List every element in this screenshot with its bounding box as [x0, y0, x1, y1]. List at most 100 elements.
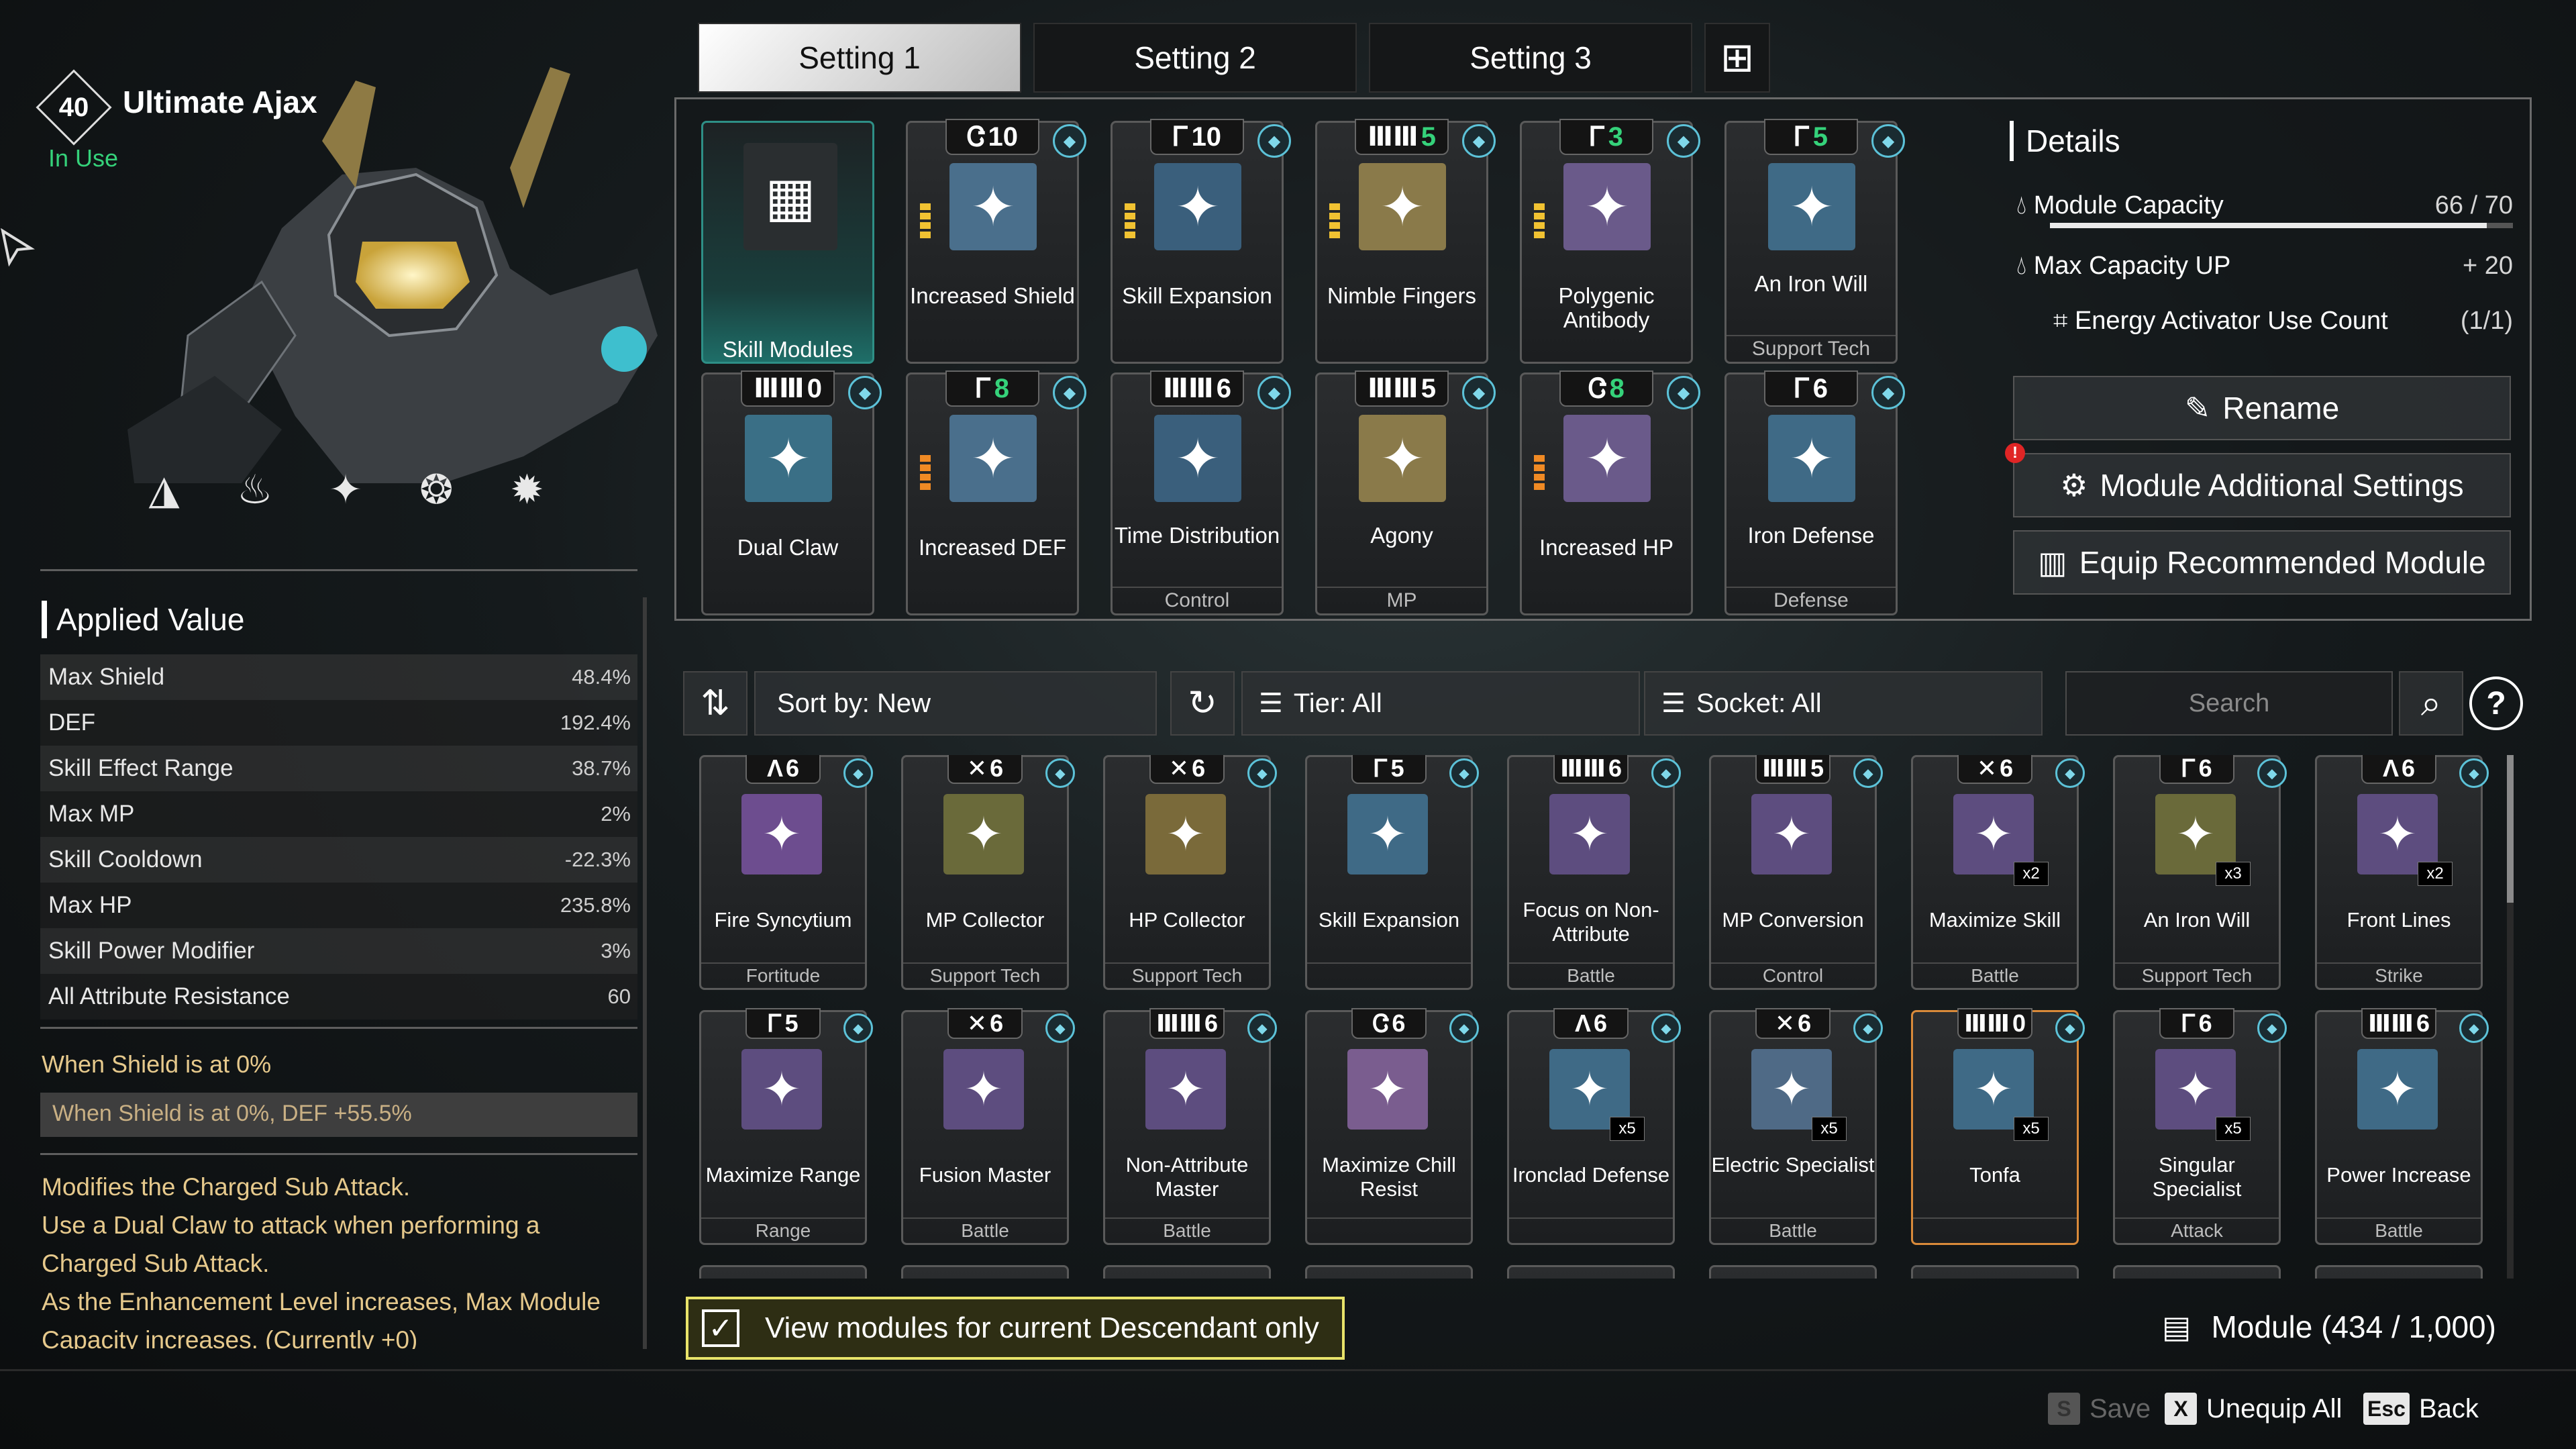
view-toggle-label: View modules for current Descendant only: [765, 1311, 1319, 1344]
equipped-module-slot[interactable]: Ꮳ 10 ◆ ✦ Increased Shield: [906, 119, 1086, 364]
socket-icon: ✕: [966, 755, 988, 782]
inventory-module-card[interactable]: [1103, 1265, 1271, 1279]
stat-value: 192.4%: [560, 711, 631, 734]
inventory-module-card[interactable]: [1305, 1265, 1473, 1279]
socket-cost-tag: Ꮳ6: [1351, 1008, 1427, 1039]
equipped-module-slot[interactable]: Ꮁ 3 ◆ ✦ Polygenic Antibody: [1520, 119, 1700, 364]
applied-value-title: Applied Value: [42, 601, 244, 638]
inventory-module-card[interactable]: Λ 6 ◆ ✦ x2 Front Lines Strike: [2315, 755, 2489, 990]
left-scrollbar[interactable]: [643, 597, 647, 1349]
socket-icon: Λ: [2382, 755, 2399, 782]
skill-2-icon[interactable]: ♨: [218, 456, 291, 523]
inventory-module-card[interactable]: [2315, 1265, 2483, 1279]
equipped-module-slot[interactable]: ⅢⅢ 5 ◆ ✦ Nimble Fingers: [1315, 119, 1496, 364]
skill-1-icon[interactable]: ◮: [127, 456, 201, 523]
socket-icon: Ꮳ: [966, 121, 986, 152]
skill-4-icon[interactable]: ❂: [400, 456, 473, 523]
module-icon: ✦: [943, 794, 1024, 875]
capacity-cost: 5: [1421, 121, 1436, 152]
tier-filter[interactable]: ☰ Tier: All: [1241, 671, 1640, 736]
inventory-module-card[interactable]: [1709, 1265, 1877, 1279]
capacity-cost: 6: [1608, 755, 1622, 782]
rename-button[interactable]: ✎ Rename: [2013, 376, 2511, 440]
diamond-badge-icon: ◆: [1667, 376, 1700, 409]
descendant-skills: ◮ ♨ ✦ ❂ ✹: [127, 456, 564, 523]
skill-module-slot[interactable]: ▦ Skill Modules: [701, 121, 874, 364]
module-category: Battle: [1711, 1217, 1875, 1243]
inventory-module-card[interactable]: ✕ 6 ◆ ✦ x2 Maximize Skill Battle: [1911, 755, 2085, 990]
capacity-cost: 6: [1392, 1009, 1406, 1037]
help-icon[interactable]: ?: [2469, 677, 2523, 730]
inventory-module-card[interactable]: ⅢⅢ 6 ◆ ✦ Non-Attribute Master Battle: [1103, 1008, 1277, 1245]
equipped-module-slot[interactable]: Ꮁ 8 ◆ ✦ Increased DEF: [906, 370, 1086, 615]
socket-cost-tag: ⅢⅢ 0: [1957, 1008, 2032, 1039]
inventory-module-card[interactable]: ✕ 6 ◆ ✦ MP Collector Support Tech: [901, 755, 1075, 990]
module-name: Tonfa: [1969, 1163, 2020, 1187]
equipped-module-slot[interactable]: ⅢⅢ 6 ◆ ✦ Time Distribution Control: [1111, 370, 1291, 615]
skill-3-icon[interactable]: ✦: [309, 456, 382, 523]
inventory-module-card[interactable]: Λ 6 ◆ ✦ Fire Syncytium Fortitude: [699, 755, 873, 990]
inventory-module-card[interactable]: ✕ 6 ◆ ✦ x5 Electric Specialist Battle: [1709, 1008, 1883, 1245]
tab-setting-3[interactable]: Setting 3: [1369, 23, 1692, 93]
socket-cost-tag: ⅢⅢ 5: [1355, 370, 1449, 407]
inventory-module-card[interactable]: Ꮁ 5 ◆ ✦ Maximize Range Range: [699, 1008, 873, 1245]
sort-dropdown[interactable]: Sort by: New: [754, 671, 1157, 736]
equipped-module-slot[interactable]: ⅢⅢ 0 ◆ ✦ Dual Claw: [701, 370, 882, 615]
inventory-scroll-thumb[interactable]: [2507, 755, 2514, 903]
inventory-module-card[interactable]: Ꮁ 6 ◆ ✦ x3 An Iron Will Support Tech: [2113, 755, 2287, 990]
inventory-module-card[interactable]: [901, 1265, 1069, 1279]
capacity-cost: 6: [785, 755, 800, 782]
stat-label: Max HP: [48, 892, 132, 918]
socket-icon: Ꮳ: [1372, 1009, 1390, 1037]
inventory-module-card[interactable]: [2113, 1265, 2281, 1279]
inventory-module-card[interactable]: Ꮁ 6 ◆ ✦ x5 Singular Specialist Attack: [2113, 1008, 2287, 1245]
inventory-scrollbar[interactable]: [2507, 755, 2514, 1279]
inventory-module-card[interactable]: ✕ 6 ◆ ✦ Fusion Master Battle: [901, 1008, 1075, 1245]
inventory-module-card[interactable]: [1507, 1265, 1675, 1279]
save-button[interactable]: S Save: [2048, 1393, 2151, 1425]
skill-5-icon[interactable]: ✹: [491, 456, 564, 523]
refresh-button[interactable]: ↻: [1170, 671, 1235, 736]
view-current-descendant-toggle[interactable]: ✓ View modules for current Descendant on…: [686, 1297, 1345, 1360]
equipped-module-slot[interactable]: ⅢⅢ 5 ◆ ✦ Agony MP: [1315, 370, 1496, 615]
inventory-module-card[interactable]: Ꮳ 6 ◆ ✦ Maximize Chill Resist: [1305, 1008, 1479, 1245]
stat-row: Max MP 2%: [40, 791, 637, 837]
inventory-module-card[interactable]: Λ 6 ◆ ✦ x5 Ironclad Defense: [1507, 1008, 1681, 1245]
search-button[interactable]: ⌕: [2399, 671, 2463, 736]
recommend-label: Equip Recommended Module: [2079, 545, 2486, 580]
module-category: Attack: [2115, 1217, 2279, 1243]
diamond-badge-icon: ◆: [1045, 1013, 1075, 1043]
inventory-module-card[interactable]: ⅢⅢ 6 ◆ ✦ Power Increase Battle: [2315, 1008, 2489, 1245]
module-category: Support Tech: [1105, 962, 1269, 988]
socket-filter[interactable]: ☰ Socket: All: [1644, 671, 2043, 736]
equip-recommended-module-button[interactable]: ▥ Equip Recommended Module: [2013, 530, 2511, 595]
socket-icon: ⅢⅢ: [1761, 755, 1808, 782]
inventory-module-card[interactable]: ✕ 6 ◆ ✦ HP Collector Support Tech: [1103, 755, 1277, 990]
tab-setting-2[interactable]: Setting 2: [1033, 23, 1357, 93]
checkbox-checked-icon[interactable]: ✓: [702, 1309, 739, 1347]
diamond-badge-icon: ◆: [848, 376, 882, 409]
inventory-module-card[interactable]: [699, 1265, 867, 1279]
inventory-module-card[interactable]: Ꮁ 5 ◆ ✦ Skill Expansion: [1305, 755, 1479, 990]
stat-row: Skill Cooldown -22.3%: [40, 837, 637, 883]
unequip-all-button[interactable]: X Unequip All: [2165, 1393, 2342, 1425]
equipped-module-slot[interactable]: Ꮁ 5 ◆ ✦ An Iron Will Support Tech: [1724, 119, 1905, 364]
edit-icon: ✎: [2184, 391, 2211, 426]
tab-setting-1[interactable]: Setting 1: [698, 23, 1021, 93]
back-button[interactable]: Esc Back: [2363, 1393, 2479, 1425]
inventory-module-card[interactable]: [1911, 1265, 2079, 1279]
inventory-module-card[interactable]: ⅢⅢ 6 ◆ ✦ Focus on Non-Attribute Battle: [1507, 755, 1681, 990]
equipped-module-slot[interactable]: Ꮳ 8 ◆ ✦ Increased HP: [1520, 370, 1700, 615]
inventory-module-card[interactable]: ⅢⅢ 5 ◆ ✦ MP Conversion Control: [1709, 755, 1883, 990]
sort-order-button[interactable]: ⇅: [683, 671, 748, 736]
module-name: Singular Specialist: [2152, 1153, 2242, 1201]
module-additional-settings-button[interactable]: ⚙ Module Additional Settings: [2013, 453, 2511, 517]
equipped-module-slot[interactable]: Ꮁ 10 ◆ ✦ Skill Expansion: [1111, 119, 1291, 364]
preset-grid-button[interactable]: ⊞: [1704, 23, 1770, 93]
socket-cost-tag: ✕ 6: [947, 1008, 1023, 1039]
diamond-badge-icon: ◆: [1667, 124, 1700, 158]
inventory-module-card[interactable]: ⅢⅢ 0 ◆ ✦ x5 Tonfa: [1911, 1008, 2085, 1245]
diamond-badge-icon: ◆: [1651, 758, 1681, 788]
search-input[interactable]: Search: [2065, 671, 2393, 736]
equipped-module-slot[interactable]: Ꮁ 6 ◆ ✦ Iron Defense Defense: [1724, 370, 1905, 615]
